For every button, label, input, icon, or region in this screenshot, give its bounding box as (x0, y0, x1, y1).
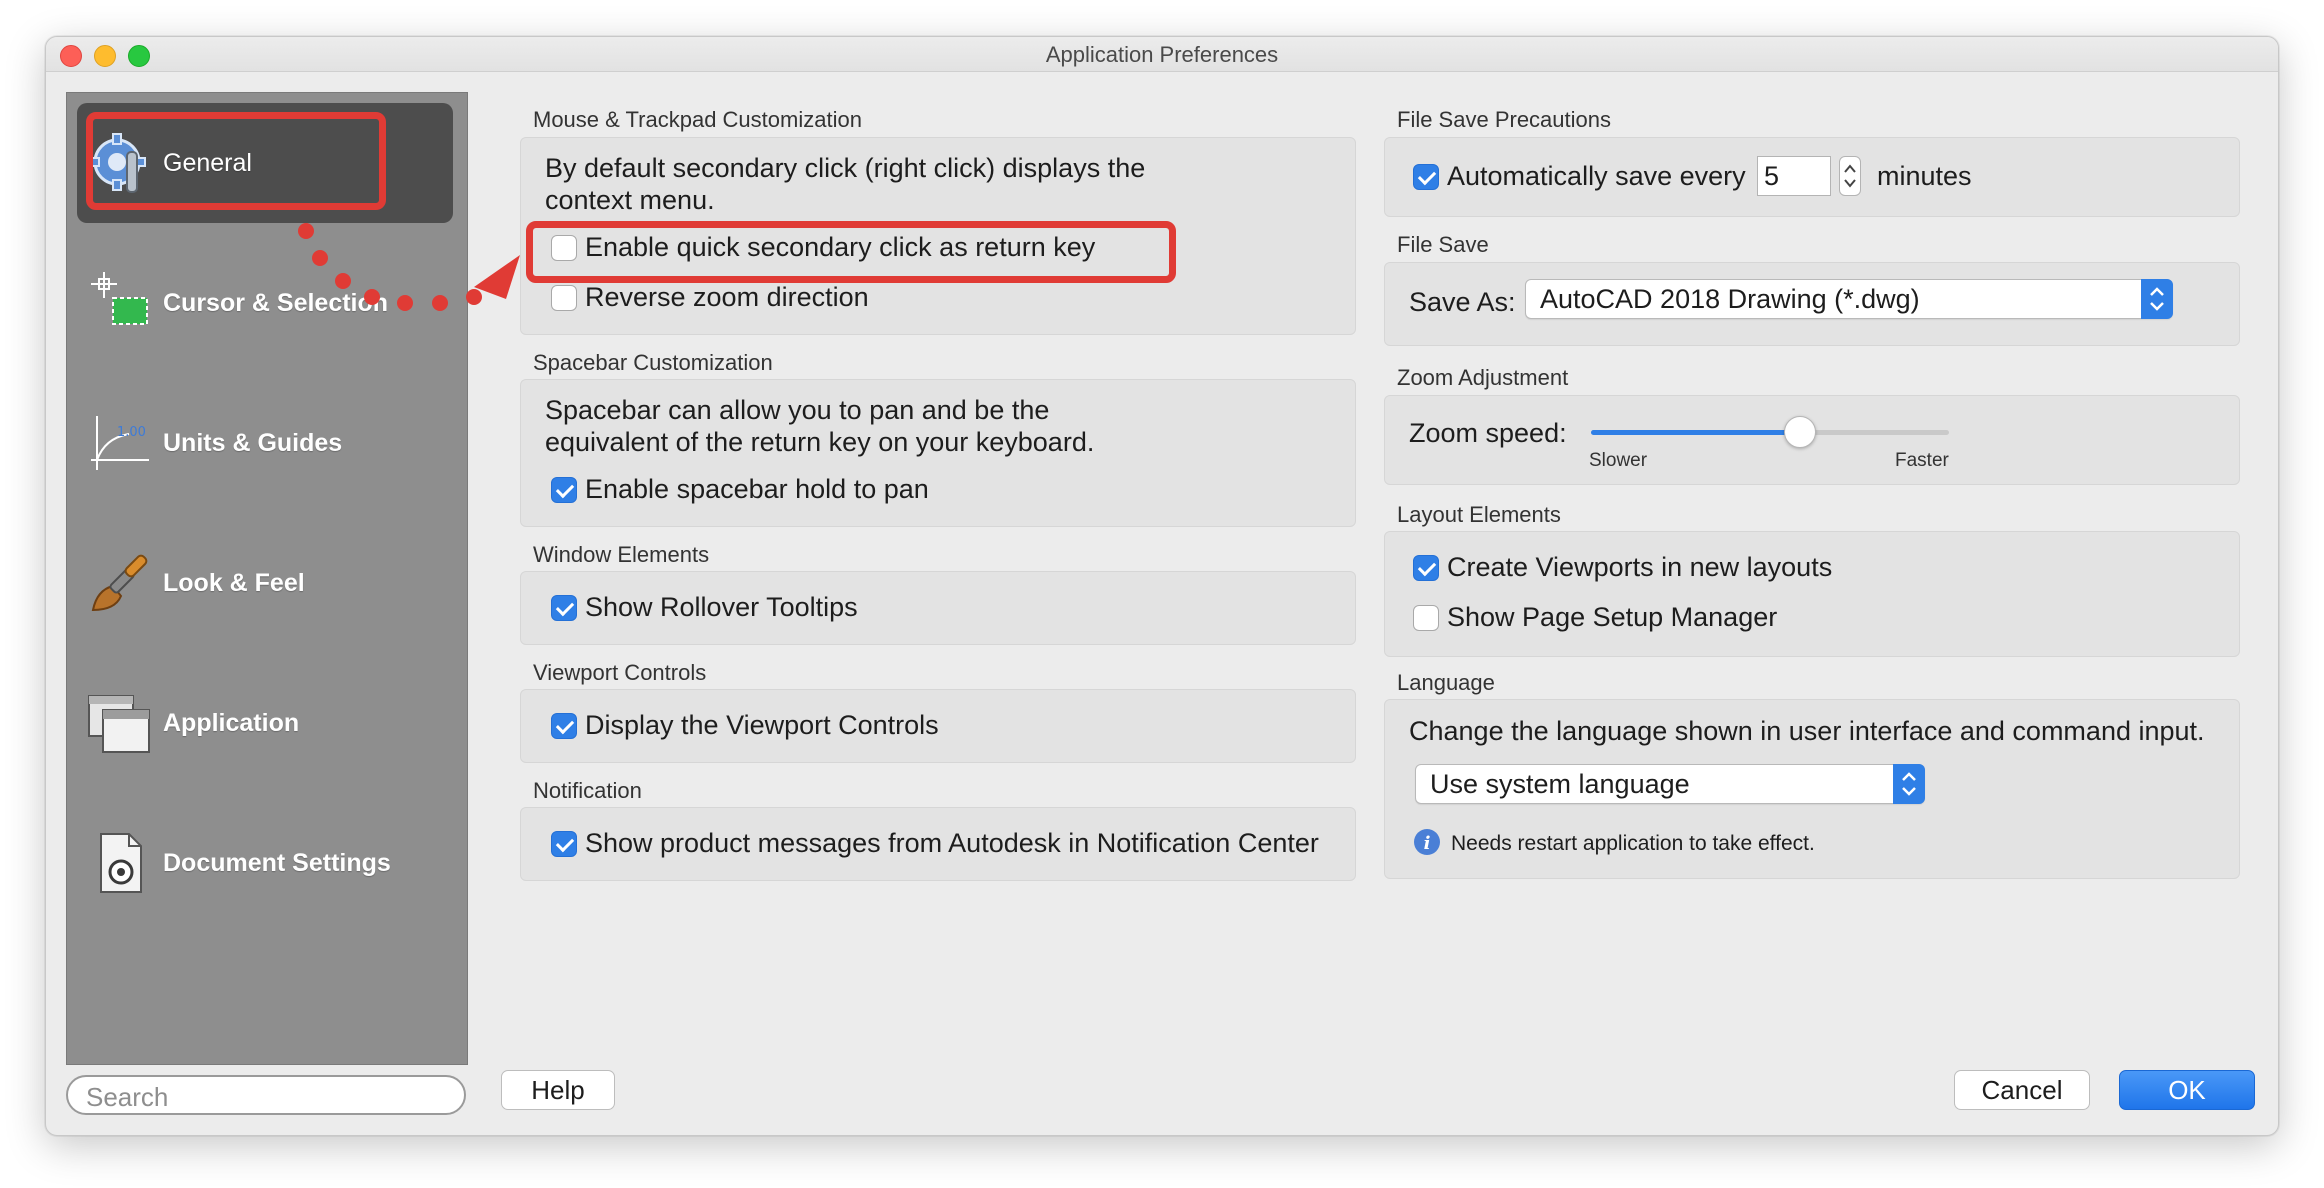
zoom-speed-fill (1591, 430, 1799, 435)
save-as-value: AutoCAD 2018 Drawing (*.dwg) (1540, 284, 1920, 314)
stepper-arrows-icon (1844, 164, 1856, 188)
preferences-window: Application Preferences General Cursor &… (45, 36, 2279, 1136)
svg-text:1.00: 1.00 (117, 425, 146, 440)
mouse-description-line2: context menu. (545, 185, 715, 215)
annotation-dot (312, 250, 328, 266)
language-description: Change the language shown in user interf… (1409, 716, 2205, 746)
viewport-controls-group: Display the Viewport Controls (520, 689, 1356, 763)
popup-arrows-icon (1893, 764, 1925, 804)
sidebar: General Cursor & Selection 1.00 Units & … (66, 92, 468, 1065)
sidebar-item-application[interactable]: Application (77, 663, 453, 783)
sidebar-item-label: Cursor & Selection (163, 288, 389, 317)
spacebar-hold-pan-checkbox[interactable] (551, 477, 577, 503)
language-value: Use system language (1430, 769, 1690, 799)
svg-text:i: i (1424, 833, 1431, 854)
mouse-description-line1: By default secondary click (right click)… (545, 153, 1146, 183)
product-messages-label[interactable]: Show product messages from Autodesk in N… (585, 828, 1319, 859)
annotation-arrowhead (474, 255, 520, 299)
popup-arrows-icon (2141, 279, 2173, 319)
spacebar-section-title: Spacebar Customization (533, 350, 773, 375)
mouse-section-title: Mouse & Trackpad Customization (533, 107, 862, 132)
zoom-faster-label: Faster (1895, 450, 1949, 471)
sidebar-item-label: Look & Feel (163, 568, 305, 597)
autosave-checkbox[interactable] (1413, 164, 1439, 190)
language-popup[interactable]: Use system language (1415, 764, 1925, 804)
save-as-popup[interactable]: AutoCAD 2018 Drawing (*.dwg) (1525, 279, 2173, 319)
spacebar-description-line2: equivalent of the return key on your key… (545, 427, 1095, 457)
viewport-controls-label[interactable]: Display the Viewport Controls (585, 710, 939, 741)
sidebar-item-label: Units & Guides (163, 428, 343, 457)
rollover-tooltips-checkbox[interactable] (551, 595, 577, 621)
help-button[interactable]: Help (501, 1070, 615, 1110)
paintbrush-icon (91, 554, 148, 612)
annotation-highlight-quick-secondary (526, 221, 1176, 283)
zoom-slower-label: Slower (1589, 450, 1648, 471)
sidebar-item-label: Application (163, 708, 300, 737)
notification-group: Show product messages from Autodesk in N… (520, 807, 1356, 881)
language-restart-note: Needs restart application to take effect… (1451, 832, 1815, 855)
autosave-minutes-input[interactable]: 5 (1757, 156, 1831, 196)
file-save-precautions-group: Automatically save every 5 minutes (1384, 137, 2240, 217)
autosave-label[interactable]: Automatically save every (1447, 161, 1746, 192)
layout-elements-title: Layout Elements (1397, 502, 1561, 527)
cancel-button[interactable]: Cancel (1954, 1070, 2090, 1110)
application-windows-icon (88, 695, 150, 753)
zoom-adjustment-group: Zoom speed: Slower Faster (1384, 395, 2240, 485)
title-bar: Application Preferences (46, 37, 2278, 72)
create-viewports-checkbox[interactable] (1413, 555, 1439, 581)
notification-section-title: Notification (533, 778, 642, 803)
annotation-dot (432, 295, 448, 311)
page-setup-label[interactable]: Show Page Setup Manager (1447, 602, 1777, 633)
viewport-controls-section-title: Viewport Controls (533, 660, 707, 685)
sidebar-item-document-settings[interactable]: Document Settings (77, 803, 453, 923)
spacebar-group: Spacebar can allow you to pan and be the… (520, 379, 1356, 527)
rollover-tooltips-label[interactable]: Show Rollover Tooltips (585, 592, 858, 623)
layout-elements-group: Create Viewports in new layouts Show Pag… (1384, 531, 2240, 657)
spacebar-hold-pan-label[interactable]: Enable spacebar hold to pan (585, 474, 929, 505)
zoom-adjustment-title: Zoom Adjustment (1397, 365, 1569, 390)
file-save-title: File Save (1397, 232, 1489, 257)
zoom-speed-label: Zoom speed: (1409, 418, 1567, 448)
create-viewports-label[interactable]: Create Viewports in new layouts (1447, 552, 1832, 583)
window-elements-group: Show Rollover Tooltips (520, 571, 1356, 645)
sidebar-item-units-guides[interactable]: 1.00 Units & Guides (77, 383, 453, 503)
search-input[interactable]: Search (66, 1075, 466, 1115)
window-title: Application Preferences (1045, 42, 1279, 67)
window-elements-section-title: Window Elements (533, 542, 710, 567)
save-as-label: Save As: (1409, 287, 1516, 317)
ok-button[interactable]: OK (2119, 1070, 2255, 1110)
viewport-controls-checkbox[interactable] (551, 713, 577, 739)
info-icon: i (1414, 829, 1440, 855)
cursor-selection-icon (91, 272, 148, 325)
zoom-speed-knob[interactable] (1783, 416, 1816, 448)
annotation-dot (364, 289, 380, 305)
annotation-dot (298, 223, 314, 239)
autosave-minutes-stepper[interactable] (1839, 156, 1861, 196)
reverse-zoom-label[interactable]: Reverse zoom direction (585, 282, 869, 313)
page-setup-checkbox[interactable] (1413, 605, 1439, 631)
minutes-label: minutes (1877, 161, 1972, 191)
annotation-dot (397, 295, 413, 311)
annotation-highlight-general (86, 112, 386, 210)
sidebar-item-look-feel[interactable]: Look & Feel (77, 523, 453, 643)
file-save-group: Save As: AutoCAD 2018 Drawing (*.dwg) (1384, 262, 2240, 346)
document-settings-icon (100, 833, 142, 893)
language-group: Change the language shown in user interf… (1384, 699, 2240, 879)
sidebar-item-label: Document Settings (163, 848, 391, 877)
file-save-precautions-title: File Save Precautions (1397, 107, 1611, 132)
language-title: Language (1397, 670, 1495, 695)
spacebar-description-line1: Spacebar can allow you to pan and be the (545, 395, 1050, 425)
product-messages-checkbox[interactable] (551, 831, 577, 857)
units-guides-icon: 1.00 (91, 416, 149, 470)
reverse-zoom-checkbox[interactable] (551, 285, 577, 311)
annotation-dot (335, 273, 351, 289)
